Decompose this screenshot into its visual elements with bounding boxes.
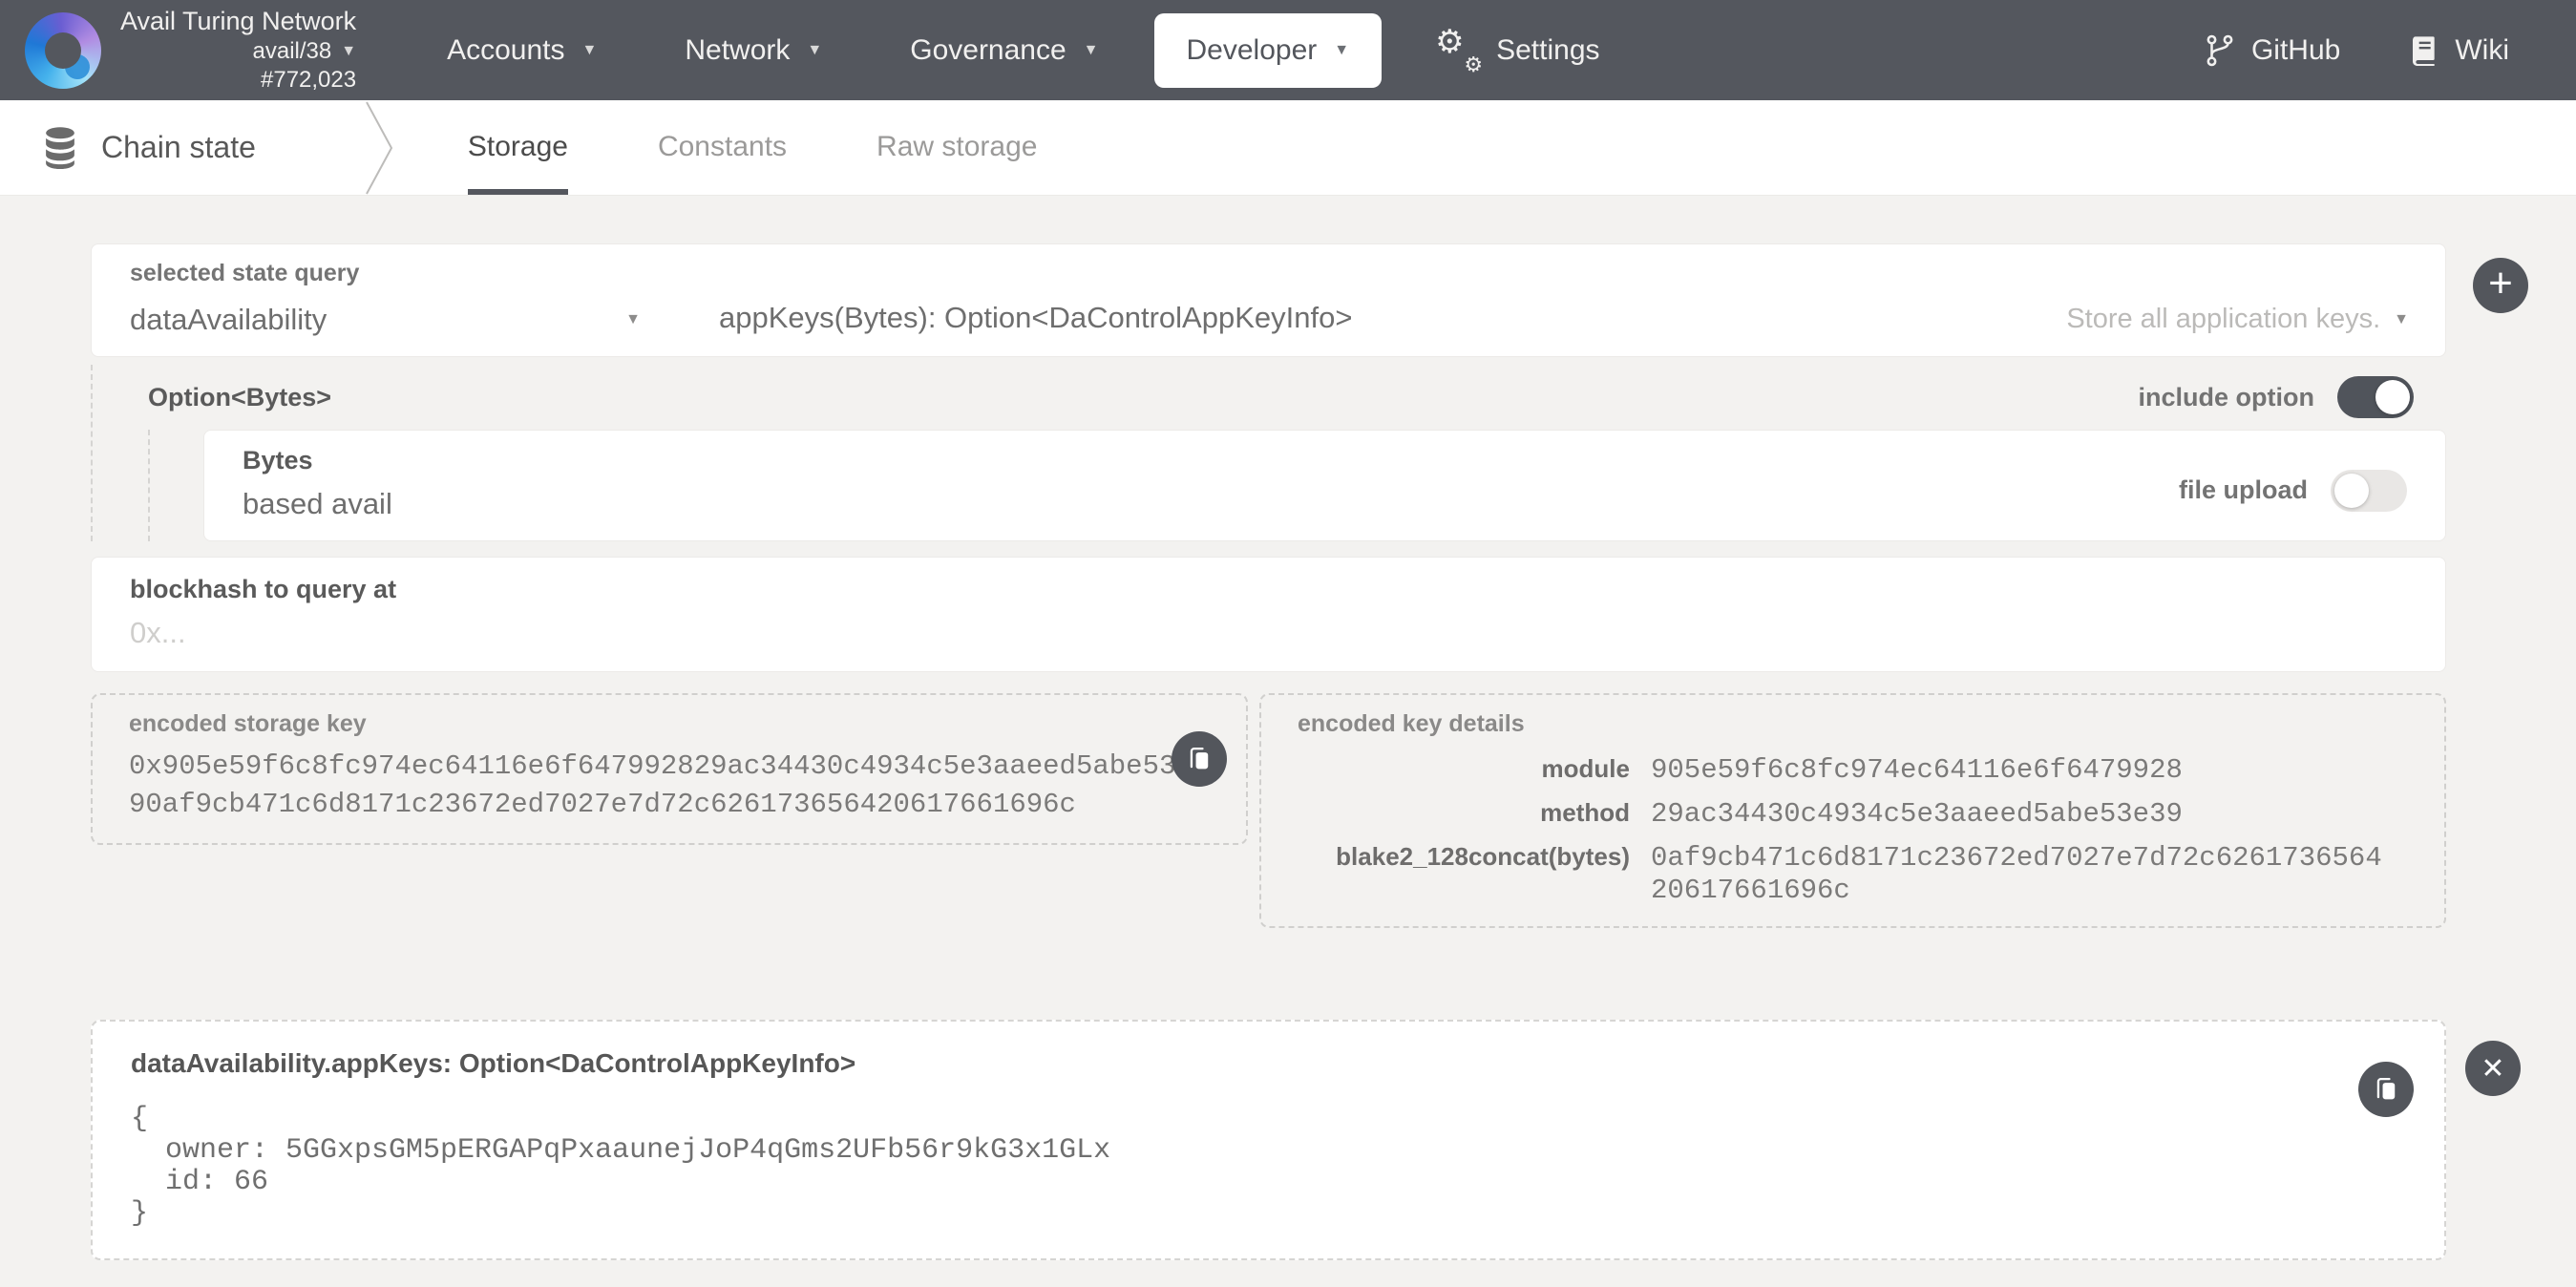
nav-item-settings[interactable]: ⚙ ⚙ Settings <box>1437 32 1599 70</box>
method-select[interactable]: appKeys(Bytes): Option<DaControlAppKeyIn… <box>679 260 2445 337</box>
pallet-select[interactable]: dataAvailability ▼ <box>130 303 679 337</box>
result-json: { owner: 5GGxpsGM5pERGAPqPxaaunejJoP4qGm… <box>131 1104 2406 1230</box>
blockhash-input[interactable] <box>130 616 1467 650</box>
close-icon: ✕ <box>2481 1052 2504 1086</box>
tab-storage[interactable]: Storage <box>468 100 568 195</box>
tab-raw-storage[interactable]: Raw storage <box>876 100 1037 195</box>
chevron-down-icon: ▼ <box>1334 43 1349 58</box>
file-upload-toggle[interactable] <box>2331 470 2407 512</box>
tabs: Storage Constants Raw storage <box>468 100 1038 195</box>
tab-bar: Chain state Storage Constants Raw storag… <box>0 100 2576 196</box>
main-nav: Accounts ▼ Network ▼ Governance ▼ Develo… <box>447 13 1599 88</box>
blockhash-card: blockhash to query at <box>91 557 2446 672</box>
encoded-storage-key-box: encoded storage key 0x905e59f6c8fc974ec6… <box>91 693 1248 845</box>
chevron-down-icon: ▼ <box>807 43 822 58</box>
query-params: Option<Bytes> include option Bytes file … <box>91 365 2446 541</box>
chevron-down-icon: ▼ <box>1084 43 1099 58</box>
external-links: GitHub Wiki <box>2204 32 2509 69</box>
avail-logo-icon <box>25 12 101 89</box>
copy-icon <box>2374 1075 2398 1104</box>
wiki-link[interactable]: Wiki <box>2409 33 2509 68</box>
param-type-label: Option<Bytes> <box>148 383 331 412</box>
github-link[interactable]: GitHub <box>2204 32 2340 69</box>
blockhash-label: blockhash to query at <box>130 575 2407 604</box>
nesting-guide: Bytes file upload <box>148 430 2446 541</box>
nav-item-governance[interactable]: Governance ▼ <box>910 34 1098 67</box>
chevron-down-icon: ▼ <box>341 44 356 59</box>
copy-storage-key-button[interactable] <box>1172 731 1227 787</box>
nav-item-developer[interactable]: Developer ▼ <box>1154 13 1383 88</box>
include-option-toggle[interactable] <box>2337 376 2414 418</box>
top-nav-bar: Avail Turing Network avail/38 ▼ #772,023… <box>0 0 2576 100</box>
file-upload-label: file upload <box>2179 475 2308 505</box>
network-name: Avail Turing Network <box>120 6 356 38</box>
code-branch-icon <box>2204 32 2236 69</box>
include-option-label: include option <box>2139 383 2314 412</box>
pallet-select-value: dataAvailability <box>130 303 327 337</box>
section-title-label: Chain state <box>101 130 256 165</box>
detail-row-blake2: blake2_128concat(bytes) 0af9cb471c6d8171… <box>1298 837 2408 907</box>
bytes-input[interactable] <box>243 487 1102 521</box>
result-title: dataAvailability.appKeys: Option<DaContr… <box>131 1048 2406 1079</box>
brand: Avail Turing Network avail/38 ▼ #772,023 <box>25 6 356 95</box>
query-label: selected state query <box>130 260 679 287</box>
bytes-label: Bytes <box>243 446 1102 475</box>
encoded-storage-key-label: encoded storage key <box>129 710 1210 738</box>
query-result-card: dataAvailability.appKeys: Option<DaContr… <box>91 1020 2446 1260</box>
runtime-version: avail/38 <box>253 37 332 66</box>
nav-item-accounts[interactable]: Accounts ▼ <box>447 34 597 67</box>
chevron-down-icon: ▼ <box>582 43 598 58</box>
breadcrumb-chevron-icon <box>361 100 403 196</box>
tab-constants[interactable]: Constants <box>658 100 787 195</box>
gears-icon: ⚙ ⚙ <box>1437 32 1479 70</box>
selected-state-query-card: selected state query dataAvailability ▼ … <box>91 243 2446 357</box>
runtime-version-dropdown[interactable]: avail/38 ▼ <box>253 37 357 66</box>
nav-item-network[interactable]: Network ▼ <box>685 34 822 67</box>
section-title: Chain state <box>0 100 256 195</box>
method-select-value: appKeys(Bytes): Option<DaControlAppKeyIn… <box>719 301 1352 335</box>
copy-icon <box>1187 745 1212 773</box>
database-icon <box>40 126 80 170</box>
encoded-key-details-label: encoded key details <box>1298 710 2408 738</box>
copy-result-button[interactable] <box>2358 1062 2414 1117</box>
detail-row-module: module 905e59f6c8fc974ec64116e6f6479928 <box>1298 749 2408 788</box>
detail-row-method: method 29ac34430c4934c5e3aaeed5abe53e39 <box>1298 793 2408 832</box>
method-docs-hint: Store all application keys. <box>2066 304 2380 335</box>
best-block-number: #772,023 <box>261 66 356 95</box>
chain-state-page: selected state query dataAvailability ▼ … <box>0 196 2576 1260</box>
encoded-key-details-box: encoded key details module 905e59f6c8fc9… <box>1259 693 2446 928</box>
bytes-param-card: Bytes file upload <box>203 430 2446 541</box>
add-query-button[interactable]: + <box>2473 258 2528 313</box>
book-icon <box>2409 33 2439 68</box>
chevron-down-icon: ▼ <box>625 311 641 328</box>
chevron-down-icon: ▼ <box>2394 311 2409 328</box>
encoded-storage-key-value: 0x905e59f6c8fc974ec64116e6f647992829ac34… <box>129 748 1210 824</box>
remove-query-button[interactable]: ✕ <box>2465 1041 2521 1096</box>
